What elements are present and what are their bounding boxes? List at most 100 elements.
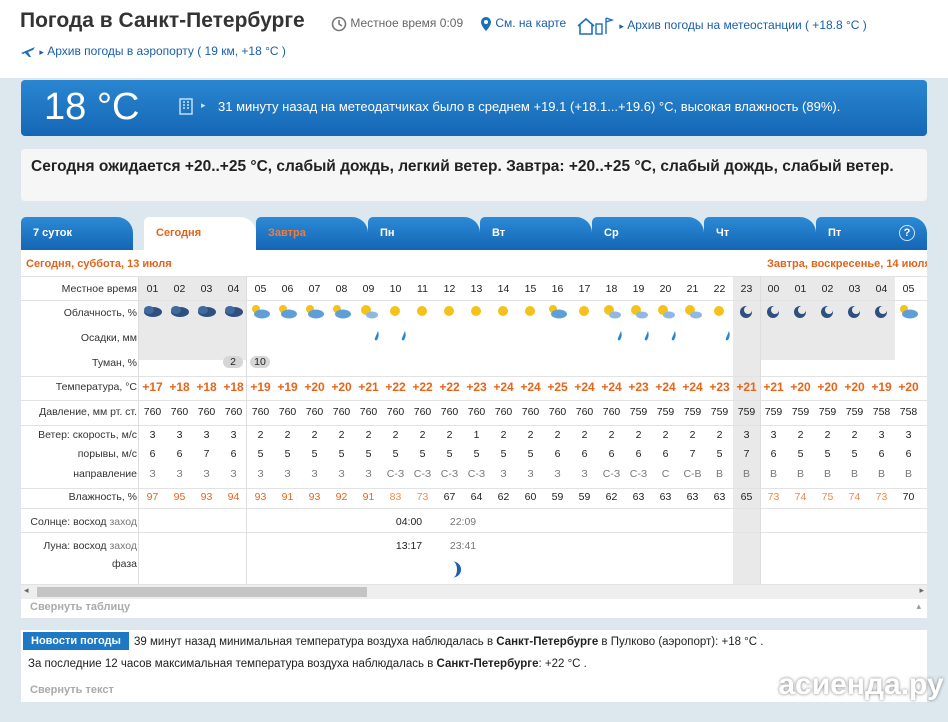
wind-cell: 3 bbox=[878, 429, 885, 441]
moon-icon bbox=[875, 306, 887, 318]
temperature-cell: +20 bbox=[817, 380, 838, 394]
gust-cell: 5 bbox=[851, 448, 858, 460]
direction-cell: В bbox=[769, 468, 777, 480]
gust-cell: 5 bbox=[716, 448, 723, 460]
page-header: Погода в Санкт-Петербурге Местное время … bbox=[0, 0, 948, 78]
direction-cell: З bbox=[149, 468, 156, 480]
hours-cell: 16 bbox=[551, 283, 564, 295]
map-link-wrap[interactable]: См. на карте bbox=[480, 16, 566, 32]
local-time: Местное время 0:09 bbox=[331, 16, 463, 32]
airport-archive-wrap[interactable]: ▸ Архив погоды в аэропорту ( 19 км, +18 … bbox=[20, 44, 286, 60]
drop-icon bbox=[617, 331, 622, 341]
temperature-cell: +22 bbox=[412, 380, 433, 394]
direction-cell: З bbox=[176, 468, 183, 480]
station-archive-wrap[interactable]: ▸ Архив погоды на метеостанции ( +18.8 °… bbox=[576, 16, 867, 36]
tab-today[interactable]: Сегодня bbox=[144, 217, 256, 251]
wind-cell: 2 bbox=[689, 429, 696, 441]
tab-tuesday[interactable]: Вт bbox=[480, 217, 592, 250]
temperature-cell: +24 bbox=[493, 380, 514, 394]
wind-cell: 2 bbox=[500, 429, 507, 441]
tab-7-days[interactable]: 7 суток bbox=[21, 217, 133, 250]
forecast-tabs: 7 суток Сегодня Завтра Пн Вт Ср Чт Пт ? bbox=[21, 217, 927, 251]
gust-cell: 7 bbox=[743, 448, 750, 460]
station-archive-link[interactable]: Архив погоды на метеостанции ( +18.8 °C … bbox=[627, 18, 867, 32]
table-scrollbar[interactable]: ◂ ▸ bbox=[21, 585, 927, 599]
drop-icon bbox=[725, 331, 730, 341]
humidity-cell: 92 bbox=[335, 491, 348, 503]
gust-cell: 5 bbox=[824, 448, 831, 460]
gust-cell: 5 bbox=[311, 448, 318, 460]
cloud-rain-night-icon bbox=[171, 306, 189, 317]
direction-cell: С-З bbox=[440, 468, 459, 480]
collapse-text-link[interactable]: Свернуть текст bbox=[30, 684, 114, 696]
label-sun: Солнце: восход заход bbox=[30, 516, 137, 528]
wind-cell: 3 bbox=[905, 429, 912, 441]
fog-cell: 10 bbox=[250, 356, 270, 368]
direction-cell: З bbox=[338, 468, 345, 480]
direction-cell: В bbox=[904, 468, 912, 480]
direction-cell: З bbox=[554, 468, 561, 480]
humidity-cell: 63 bbox=[713, 491, 726, 503]
pressure-cell: 759 bbox=[818, 406, 837, 418]
direction-cell: З bbox=[257, 468, 264, 480]
grid-line bbox=[21, 425, 927, 426]
gust-cell: 5 bbox=[284, 448, 291, 460]
direction-cell: В bbox=[823, 468, 831, 480]
fog-cell: 2 bbox=[223, 356, 243, 368]
pressure-cell: 760 bbox=[602, 406, 621, 418]
pressure-cell: 760 bbox=[251, 406, 270, 418]
humidity-cell: 70 bbox=[902, 491, 915, 503]
label-pressure: Давление, мм рт. ст. bbox=[39, 406, 137, 418]
collapse-table-link[interactable]: Свернуть таблицу bbox=[30, 601, 130, 613]
airport-archive-link[interactable]: Архив погоды в аэропорту ( 19 км, +18 °C… bbox=[47, 44, 286, 58]
scroll-right-icon[interactable]: ▸ bbox=[919, 585, 924, 596]
temperature-cell: +20 bbox=[790, 380, 811, 394]
hours-cell: 00 bbox=[767, 283, 780, 295]
moon-icon bbox=[767, 306, 779, 318]
moon-phase-icon bbox=[453, 561, 461, 578]
pressure-cell: 759 bbox=[845, 406, 864, 418]
hours-cell: 21 bbox=[686, 283, 699, 295]
tab-thursday[interactable]: Чт bbox=[704, 217, 816, 250]
hours-cell: 14 bbox=[497, 283, 510, 295]
wind-cell: 3 bbox=[230, 429, 237, 441]
pressure-cell: 759 bbox=[710, 406, 729, 418]
tab-friday[interactable]: Пт ? bbox=[816, 217, 927, 250]
hours-cell: 18 bbox=[605, 283, 618, 295]
tab-tomorrow[interactable]: Завтра bbox=[256, 217, 368, 250]
humidity-cell: 93 bbox=[200, 491, 213, 503]
hours-cell: 02 bbox=[821, 283, 834, 295]
temperature-cell: +17 bbox=[142, 380, 163, 394]
gust-cell: 5 bbox=[500, 448, 507, 460]
temperature-cell: +25 bbox=[547, 380, 568, 394]
temperature-cell: +21 bbox=[763, 380, 784, 394]
tab-monday[interactable]: Пн bbox=[368, 217, 480, 250]
humidity-cell: 63 bbox=[659, 491, 672, 503]
current-temperature: 18 °C bbox=[44, 86, 140, 128]
scrollbar-thumb[interactable] bbox=[37, 587, 367, 597]
wind-cell: 3 bbox=[149, 429, 156, 441]
humidity-cell: 91 bbox=[362, 491, 375, 503]
collapse-up-icon[interactable]: ▴ bbox=[916, 601, 921, 612]
cloud-rain-night-icon bbox=[198, 306, 216, 317]
moon-icon bbox=[848, 306, 860, 318]
direction-cell: З bbox=[500, 468, 507, 480]
pressure-cell: 760 bbox=[440, 406, 459, 418]
grid-line bbox=[21, 584, 927, 585]
sun-icon bbox=[579, 306, 589, 316]
gust-cell: 6 bbox=[581, 448, 588, 460]
hours-cell: 05 bbox=[902, 283, 915, 295]
temperature-cell: +23 bbox=[466, 380, 487, 394]
pressure-cell: 759 bbox=[737, 406, 756, 418]
scroll-left-icon[interactable]: ◂ bbox=[24, 585, 29, 596]
help-icon[interactable]: ? bbox=[899, 225, 915, 241]
forecast-summary: Сегодня ожидается +20..+25 °C, слабый до… bbox=[21, 149, 927, 201]
sun-icon bbox=[417, 306, 427, 316]
wind-cell: 2 bbox=[446, 429, 453, 441]
tab-wednesday[interactable]: Ср bbox=[592, 217, 704, 250]
temperature-cell: +18 bbox=[196, 380, 217, 394]
temperature-cell: +24 bbox=[601, 380, 622, 394]
direction-cell: З bbox=[284, 468, 291, 480]
map-link[interactable]: См. на карте bbox=[495, 16, 566, 30]
tab-friday-label: Пт bbox=[828, 227, 842, 239]
